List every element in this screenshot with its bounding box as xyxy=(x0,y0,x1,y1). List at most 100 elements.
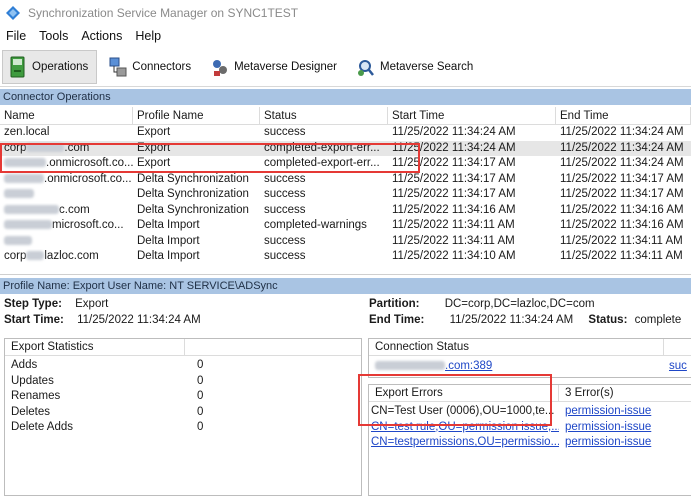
table-row[interactable]: corp .com Export completed-export-err... 11/… xyxy=(0,140,691,156)
row-start-time: 11/25/2022 11:34:17 AM xyxy=(392,188,516,200)
error-type-link[interactable]: permission-issue xyxy=(565,436,651,448)
row-name: c.com xyxy=(0,203,133,219)
row-name-suffix: .onmicrosoft.co... xyxy=(46,157,133,169)
connector-operations-table: Name Profile Name Status Start Time End … xyxy=(0,107,691,275)
export-errors-header-row: Export Errors 3 Error(s) xyxy=(369,385,691,402)
operations-button[interactable]: Operations xyxy=(2,49,98,84)
row-end-time: 11/25/2022 11:34:11 AM xyxy=(560,234,683,247)
partition-value: DC=corp,DC=lazloc,DC=com xyxy=(444,298,595,310)
table-row[interactable]: zen.local Export success 11/25/2022 11:34:2… xyxy=(0,125,691,141)
export-statistics-rows: Adds 0 Updates 0 Renames 0 Deletes 0 Delete Adds… xyxy=(5,358,361,436)
metaverse-designer-button[interactable]: Metaverse Designer xyxy=(205,50,345,84)
row-name xyxy=(0,187,133,203)
row-end-time: 11/25/2022 11:34:16 AM xyxy=(560,219,684,231)
table-row[interactable]: microsoft.co... Delta Import completed-war… xyxy=(0,218,691,234)
error-type-link[interactable]: permission-issue xyxy=(565,405,651,417)
redacted-name xyxy=(4,204,59,214)
row-status: success xyxy=(264,250,306,262)
row-end-time: 11/25/2022 11:34:11 AM xyxy=(560,250,683,262)
table-row[interactable]: c.com Delta Synchronization success 11/25/2… xyxy=(0,203,691,219)
list-item[interactable]: CN=testpermissions,OU=permissio... permis… xyxy=(369,435,691,451)
status-label: Status: xyxy=(588,314,628,326)
row-end-time: 11/25/2022 11:34:16 AM xyxy=(560,203,684,216)
column-name[interactable]: Name xyxy=(0,107,133,124)
metaverse-search-button[interactable]: Metaverse Search xyxy=(351,50,481,84)
list-item[interactable]: Deletes 0 xyxy=(5,405,361,421)
row-start-time: 11/25/2022 11:34:11 AM xyxy=(392,219,515,231)
connectors-button[interactable]: Connectors xyxy=(103,50,199,84)
export-errors-count: 3 Error(s) xyxy=(565,387,614,399)
redacted-name xyxy=(4,189,34,199)
row-name xyxy=(0,234,133,250)
list-item[interactable]: Adds 0 xyxy=(5,358,361,374)
stat-label: Updates xyxy=(11,374,54,387)
list-item[interactable]: CN=Test User (0006),OU=1000,te... permiss… xyxy=(369,404,691,420)
partition: Partition: DC=corp,DC=lazloc,DC=com xyxy=(369,298,595,310)
menu-help[interactable]: Help xyxy=(135,29,161,43)
redacted-name xyxy=(4,158,46,168)
column-end-time[interactable]: End Time xyxy=(556,107,691,124)
table-row[interactable]: .onmicrosoft.co... Delta Synchronization s… xyxy=(0,172,691,188)
error-type-link[interactable]: permission-issue xyxy=(565,421,651,433)
table-row[interactable]: corp lazloc.com Delta Import success 11/25/2… xyxy=(0,249,691,265)
stat-label: Deletes xyxy=(11,405,50,418)
table-row[interactable]: Delta Import success 11/25/2022 11:34:11 A… xyxy=(0,234,691,250)
row-status: success xyxy=(264,188,306,200)
row-start-time: 11/25/2022 11:34:24 AM xyxy=(392,126,516,138)
export-errors-header[interactable]: Export Errors xyxy=(369,385,559,401)
export-statistics-header[interactable]: Export Statistics xyxy=(5,339,185,355)
redacted-name xyxy=(26,251,45,261)
redacted-name xyxy=(4,220,52,230)
connection-server-link[interactable]: .com:389 xyxy=(445,360,492,372)
connection-status-header-row: Connection Status xyxy=(369,339,691,356)
column-status[interactable]: Status xyxy=(260,107,388,124)
row-profile: Export xyxy=(137,126,171,138)
end-time: End Time: 11/25/2022 11:34:24 AM Status:… xyxy=(369,314,681,326)
profile-info-bar: Profile Name: Export User Name: NT SERVI… xyxy=(0,278,691,294)
row-end-time: 11/25/2022 11:34:24 AM xyxy=(560,141,684,154)
row-name-prefix: corp xyxy=(4,250,27,262)
row-name-suffix: .onmicrosoft.co... xyxy=(44,172,132,185)
error-dn[interactable]: CN=Test User (0006),OU=1000,te... xyxy=(371,405,554,417)
toolbar: Operations Connectors Metaverse Designer… xyxy=(0,47,691,87)
sync-service-icon xyxy=(6,6,20,20)
start-time: Start Time: 11/25/2022 11:34:24 AM xyxy=(4,314,201,326)
row-profile: Delta Import xyxy=(137,234,200,247)
connection-status-header[interactable]: Connection Status xyxy=(369,339,664,355)
redacted-name xyxy=(4,173,44,183)
row-status: completed-export-err... xyxy=(264,141,380,154)
menu-file[interactable]: File xyxy=(6,29,26,43)
list-item[interactable]: Updates 0 xyxy=(5,374,361,390)
operations-column-headers: Name Profile Name Status Start Time End … xyxy=(0,107,691,125)
end-time-label: End Time: xyxy=(369,314,425,326)
table-row[interactable]: .onmicrosoft.co... Export completed-export… xyxy=(0,156,691,172)
metaverse-search-label: Metaverse Search xyxy=(379,60,474,73)
connection-server[interactable]: .com:389 xyxy=(369,359,665,375)
list-item[interactable]: CN=test rule,OU=permission issue,... perm… xyxy=(369,420,691,436)
start-time-label: Start Time: xyxy=(4,314,64,326)
step-type-label: Step Type: xyxy=(4,298,62,310)
row-profile: Delta Import xyxy=(137,250,200,262)
export-statistics-value-header xyxy=(185,339,361,355)
menu-actions[interactable]: Actions xyxy=(81,29,122,43)
metaverse-designer-label: Metaverse Designer xyxy=(234,60,337,73)
table-row[interactable]: Delta Synchronization success 11/25/2022 1… xyxy=(0,187,691,203)
menu-tools[interactable]: Tools xyxy=(39,29,68,43)
column-profile-name[interactable]: Profile Name xyxy=(133,107,260,124)
redacted-name xyxy=(26,142,65,152)
metaverse-search-icon xyxy=(357,59,374,76)
row-status: success xyxy=(264,172,306,185)
step-type-value: Export xyxy=(75,298,109,310)
error-dn-cell: CN=testpermissions,OU=permissio... xyxy=(369,435,559,451)
error-dn[interactable]: CN=testpermissions,OU=permissio... xyxy=(371,436,559,448)
column-start-time[interactable]: Start Time xyxy=(388,107,556,124)
row-profile: Export xyxy=(137,141,171,154)
list-item[interactable]: Delete Adds 0 xyxy=(5,420,361,436)
operations-icon xyxy=(10,56,25,77)
menu-bar: File Tools Actions Help xyxy=(0,26,691,46)
connection-result-link[interactable]: suc xyxy=(669,360,687,372)
error-dn[interactable]: CN=test rule,OU=permission issue,... xyxy=(371,421,559,433)
redacted-name xyxy=(4,235,32,245)
row-status: completed-export-err... xyxy=(264,157,380,169)
list-item[interactable]: Renames 0 xyxy=(5,389,361,405)
